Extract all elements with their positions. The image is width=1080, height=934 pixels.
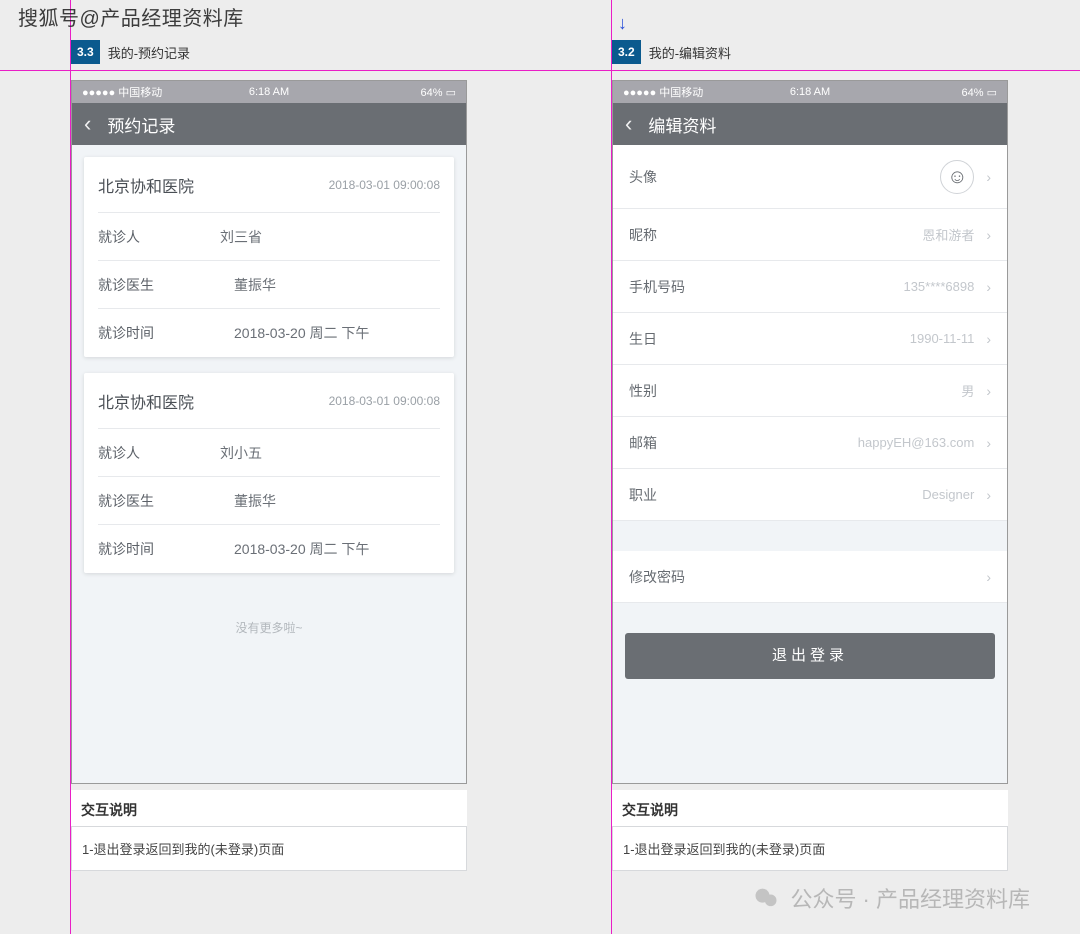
frame-label-right: 3.2 我的-编辑资料 xyxy=(612,40,731,64)
status-battery: 64% ▭ xyxy=(421,86,456,99)
status-time: 6:18 AM xyxy=(790,86,830,98)
avatar-icon: ☺ xyxy=(940,160,974,194)
chevron-right-icon: › xyxy=(986,279,991,295)
watermark-source: 搜狐号@产品经理资料库 xyxy=(18,2,244,31)
phone-frame-profile: ●●●●● 中国移动 6:18 AM 64% ▭ ‹ 编辑资料 头像 ☺ › 昵… xyxy=(612,80,1008,784)
row-doctor: 就诊医生 董振华 xyxy=(98,261,440,309)
card-header: 北京协和医院 2018-03-01 09:00:08 xyxy=(98,157,440,213)
row-time: 就诊时间 2018-03-20 周二 下午 xyxy=(98,309,440,357)
status-signal: ●●●●● 中国移动 xyxy=(82,84,162,100)
badge-right: 3.2 xyxy=(612,40,641,64)
chevron-right-icon: › xyxy=(986,383,991,399)
status-battery: 64% ▭ xyxy=(962,86,997,99)
no-more-text: 没有更多啦~ xyxy=(84,589,454,666)
row-password[interactable]: 修改密码 › xyxy=(613,551,1007,603)
screen-body: 头像 ☺ › 昵称 恩和游者 › 手机号码 135****6898 › 生日 1… xyxy=(613,145,1007,783)
desc-title: 交互说明 xyxy=(71,790,467,826)
back-icon[interactable]: ‹ xyxy=(84,111,91,137)
status-bar: ●●●●● 中国移动 6:18 AM 64% ▭ xyxy=(613,81,1007,103)
row-patient: 就诊人 刘小五 xyxy=(98,429,440,477)
profile-list: 头像 ☺ › 昵称 恩和游者 › 手机号码 135****6898 › 生日 1… xyxy=(613,145,1007,521)
desc-box-left: 交互说明 1-退出登录返回到我的(未登录)页面 xyxy=(71,790,467,871)
chevron-right-icon: › xyxy=(986,331,991,347)
wechat-watermark: 公众号 · 产品经理资料库 xyxy=(752,882,1030,914)
row-patient: 就诊人 刘三省 xyxy=(98,213,440,261)
reservation-card[interactable]: 北京协和医院 2018-03-01 09:00:08 就诊人 刘三省 就诊医生 … xyxy=(84,157,454,357)
row-doctor: 就诊医生 董振华 xyxy=(98,477,440,525)
status-signal: ●●●●● 中国移动 xyxy=(623,84,703,100)
chevron-right-icon: › xyxy=(986,227,991,243)
wechat-icon xyxy=(752,884,780,912)
desc-content: 1-退出登录返回到我的(未登录)页面 xyxy=(612,826,1008,871)
screen-body: 北京协和医院 2018-03-01 09:00:08 就诊人 刘三省 就诊医生 … xyxy=(72,145,466,783)
badge-left: 3.3 xyxy=(71,40,100,64)
frame-title-left: 我的-预约记录 xyxy=(108,43,190,62)
row-phone[interactable]: 手机号码 135****6898 › xyxy=(613,261,1007,313)
profile-list-2: 修改密码 › xyxy=(613,551,1007,603)
chevron-right-icon: › xyxy=(986,569,991,585)
frame-label-left: 3.3 我的-预约记录 xyxy=(71,40,190,64)
phone-frame-reservations: ●●●●● 中国移动 6:18 AM 64% ▭ ‹ 预约记录 北京协和医院 2… xyxy=(71,80,467,784)
nav-title: 编辑资料 xyxy=(648,112,716,137)
created-time: 2018-03-01 09:00:08 xyxy=(329,178,440,192)
chevron-right-icon: › xyxy=(986,435,991,451)
hospital-name: 北京协和医院 xyxy=(98,173,194,197)
desc-content: 1-退出登录返回到我的(未登录)页面 xyxy=(71,826,467,871)
chevron-right-icon: › xyxy=(986,169,991,185)
hospital-name: 北京协和医院 xyxy=(98,389,194,413)
nav-title: 预约记录 xyxy=(107,112,175,137)
status-time: 6:18 AM xyxy=(249,86,289,98)
arrow-down-icon: ↓ xyxy=(618,14,627,32)
back-icon[interactable]: ‹ xyxy=(625,111,632,137)
desc-title: 交互说明 xyxy=(612,790,1008,826)
row-birth[interactable]: 生日 1990-11-11 › xyxy=(613,313,1007,365)
frame-title-right: 我的-编辑资料 xyxy=(649,43,731,62)
reservation-card[interactable]: 北京协和医院 2018-03-01 09:00:08 就诊人 刘小五 就诊医生 … xyxy=(84,373,454,573)
created-time: 2018-03-01 09:00:08 xyxy=(329,394,440,408)
row-job[interactable]: 职业 Designer › xyxy=(613,469,1007,521)
guide-h xyxy=(0,70,1080,71)
nav-bar: ‹ 预约记录 xyxy=(72,103,466,145)
row-avatar[interactable]: 头像 ☺ › xyxy=(613,145,1007,209)
nav-bar: ‹ 编辑资料 xyxy=(613,103,1007,145)
row-email[interactable]: 邮箱 happyEH@163.com › xyxy=(613,417,1007,469)
desc-box-right: 交互说明 1-退出登录返回到我的(未登录)页面 xyxy=(612,790,1008,871)
row-nickname[interactable]: 昵称 恩和游者 › xyxy=(613,209,1007,261)
logout-button[interactable]: 退出登录 xyxy=(625,633,995,679)
row-time: 就诊时间 2018-03-20 周二 下午 xyxy=(98,525,440,573)
status-bar: ●●●●● 中国移动 6:18 AM 64% ▭ xyxy=(72,81,466,103)
row-gender[interactable]: 性别 男 › xyxy=(613,365,1007,417)
chevron-right-icon: › xyxy=(986,487,991,503)
section-gap xyxy=(613,521,1007,551)
card-header: 北京协和医院 2018-03-01 09:00:08 xyxy=(98,373,440,429)
